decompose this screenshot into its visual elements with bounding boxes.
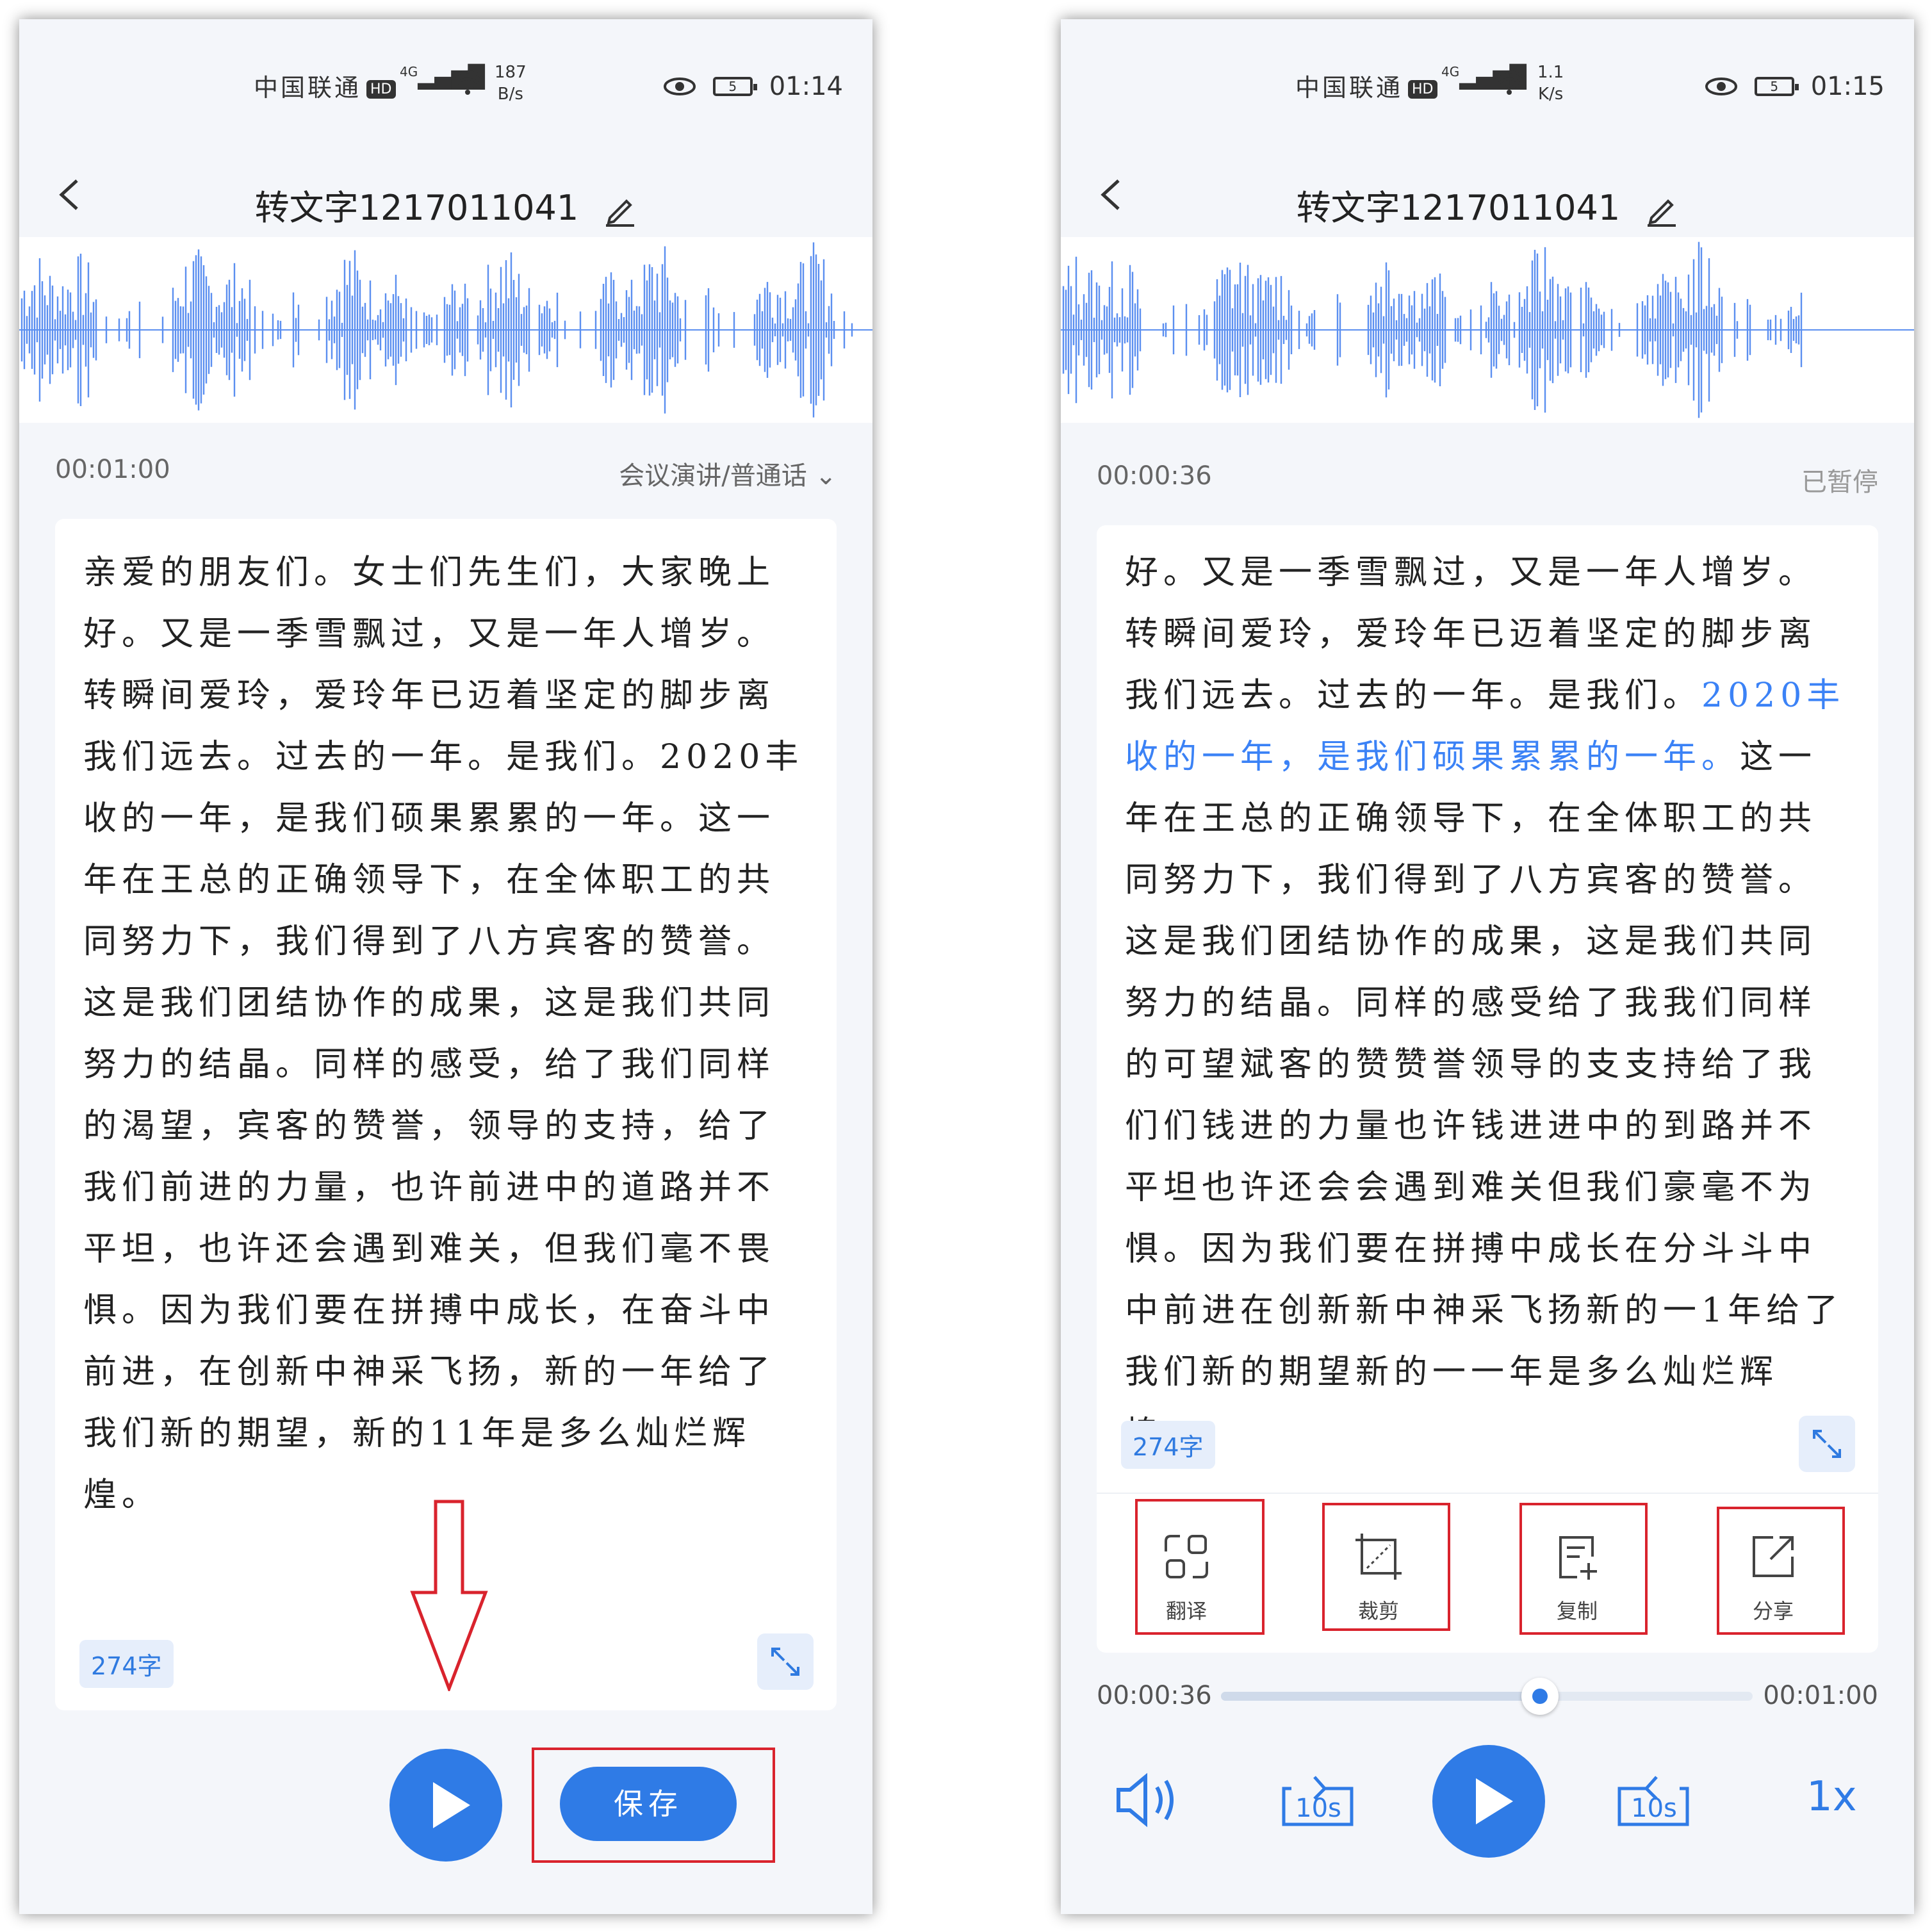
battery-icon: 5 xyxy=(1754,77,1799,96)
transcript-remaining: 这一年在王总的正确领导下，在全体职工的共同努力下，我们得到了八方宾客的赞誉。这是… xyxy=(1125,738,1844,1453)
elapsed-time: 00:01:00 xyxy=(55,455,170,484)
progress-fill xyxy=(1221,1692,1540,1701)
copy-highlight-box xyxy=(1519,1503,1648,1635)
play-button[interactable] xyxy=(389,1749,502,1862)
play-button[interactable] xyxy=(1432,1745,1545,1858)
mode-selector[interactable]: 会议演讲/普通话 ⌄ xyxy=(619,455,837,492)
elapsed-time: 00:00:36 xyxy=(1097,461,1212,491)
title-text: 转文字1217011041 xyxy=(254,188,579,228)
page-title: 转文字1217011041 xyxy=(19,179,872,230)
right-screen: 中国联通 HD 4G▂▄▆█ 1.1 K/s 5 01:15 转文字12170110… xyxy=(1061,19,1914,1914)
eye-icon xyxy=(663,78,696,95)
hd-badge: HD xyxy=(1408,80,1437,99)
clock: 01:15 xyxy=(1810,72,1885,101)
clock: 01:14 xyxy=(769,72,843,101)
forward-label: 10s xyxy=(1631,1794,1677,1823)
current-time: 00:00:36 xyxy=(1097,1681,1212,1710)
edit-pencil-icon[interactable] xyxy=(1645,193,1678,227)
wifi-icon xyxy=(1493,70,1526,95)
status-right: 5 01:15 xyxy=(1705,72,1885,101)
total-time: 00:01:00 xyxy=(1763,1681,1878,1710)
expand-icon xyxy=(771,1648,799,1676)
title-text: 转文字1217011041 xyxy=(1296,188,1621,228)
playback-speed-button[interactable]: 1x xyxy=(1806,1773,1857,1821)
chevron-down-icon: ⌄ xyxy=(815,461,837,491)
translate-highlight-box xyxy=(1135,1499,1265,1635)
rewind-label: 10s xyxy=(1295,1794,1341,1823)
recording-meta: 00:01:00 会议演讲/普通话 ⌄ xyxy=(55,455,837,493)
network-speed: 1.1 K/s xyxy=(1537,63,1564,104)
edit-pencil-icon[interactable] xyxy=(603,193,637,227)
crop-highlight-box xyxy=(1322,1503,1450,1631)
share-highlight-box xyxy=(1717,1507,1845,1635)
expand-button[interactable] xyxy=(757,1633,814,1690)
save-button[interactable]: 保存 xyxy=(560,1767,737,1841)
forward-10s-button[interactable]: 10s xyxy=(1612,1763,1695,1833)
carrier-label: 中国联通 HD xyxy=(1295,68,1437,103)
progress-thumb[interactable] xyxy=(1521,1678,1559,1715)
network-speed: 187 B/s xyxy=(495,63,527,104)
rewind-10s-button[interactable]: 10s xyxy=(1276,1763,1359,1833)
recording-meta: 00:00:36 已暂停 xyxy=(1097,461,1878,500)
carrier-label: 中国联通 HD xyxy=(254,68,396,103)
divider xyxy=(1097,1493,1878,1494)
status-bar: 中国联通 HD 4G▂▄▆█ 1.1 K/s 5 01:15 xyxy=(1061,19,1914,135)
transcript-text[interactable]: 好。又是一季雪飘过，又是一年人增岁。转瞬间爱玲，爱玲年已迈着坚定的脚步离我们远去… xyxy=(1125,542,1850,1464)
transcript-card: 好。又是一季雪飘过，又是一年人增岁。转瞬间爱玲，爱玲年已迈着坚定的脚步离我们远去… xyxy=(1097,525,1878,1653)
status-bar: 中国联通 HD 4G▂▄▆█ 187 B/s 5 01:14 xyxy=(19,19,872,135)
volume-icon[interactable] xyxy=(1112,1768,1183,1832)
expand-button[interactable] xyxy=(1799,1416,1855,1472)
page-title: 转文字1217011041 xyxy=(1061,179,1914,230)
top-bar: 转文字1217011041 xyxy=(19,147,872,250)
expand-icon xyxy=(1813,1430,1841,1458)
audio-waveform[interactable] xyxy=(1061,237,1914,423)
transcript-text[interactable]: 亲爱的朋友们。女士们先生们，大家晚上好。又是一季雪飘过，又是一年人增岁。转瞬间爱… xyxy=(83,542,808,1526)
top-bar: 转文字1217011041 xyxy=(1061,147,1914,250)
down-arrow-annotation xyxy=(410,1500,488,1691)
battery-icon: 5 xyxy=(712,77,757,96)
word-count-badge: 274字 xyxy=(1121,1421,1215,1469)
wifi-icon xyxy=(451,70,484,95)
paused-status: 已暂停 xyxy=(1801,468,1878,497)
status-right: 5 01:14 xyxy=(663,72,843,101)
hd-badge: HD xyxy=(366,80,396,99)
playback-progress-bar[interactable] xyxy=(1221,1678,1753,1715)
audio-waveform[interactable] xyxy=(19,237,872,423)
word-count-badge: 274字 xyxy=(79,1640,174,1688)
eye-icon xyxy=(1705,78,1737,95)
left-screen: 中国联通 HD 4G▂▄▆█ 187 B/s 5 01:14 转文字12170110… xyxy=(19,19,872,1914)
